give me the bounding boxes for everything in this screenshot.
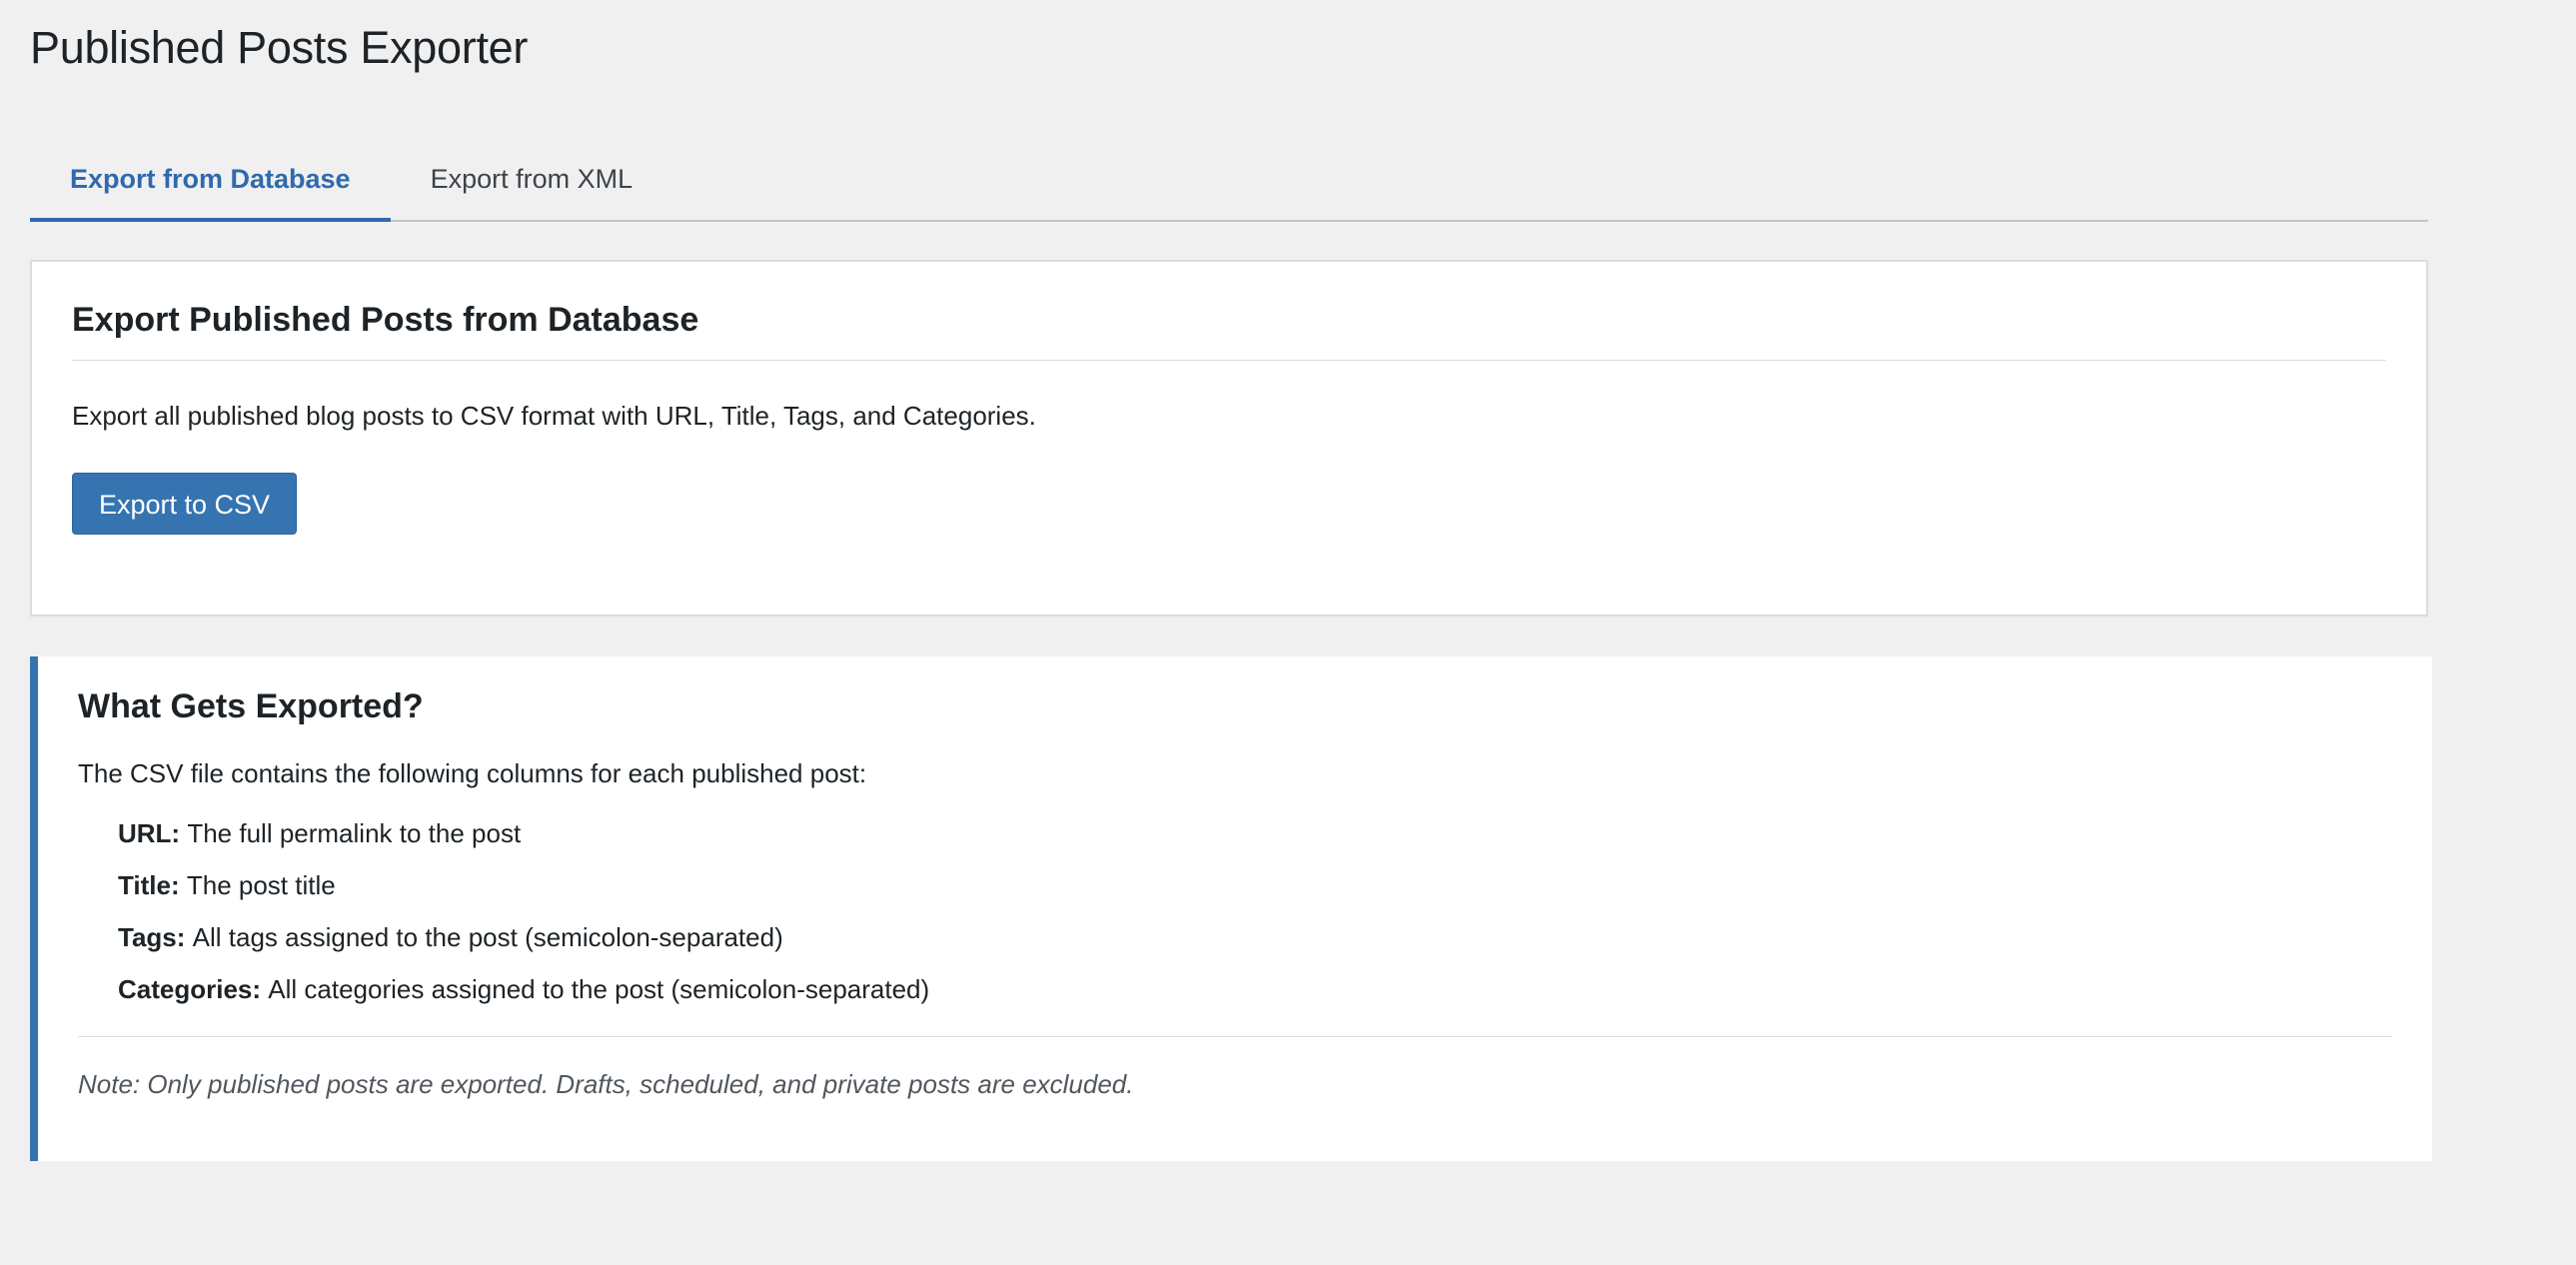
tab-export-from-xml[interactable]: Export from XML: [391, 140, 673, 222]
column-desc: The post title: [186, 870, 336, 900]
page-wrap: Published Posts Exporter Export from Dat…: [0, 0, 2458, 1161]
column-desc: The full permalink to the post: [187, 818, 522, 848]
column-name: Categories:: [118, 974, 269, 1004]
column-name: Tags:: [118, 922, 193, 952]
export-card-heading: Export Published Posts from Database: [72, 300, 2386, 361]
tab-export-from-database[interactable]: Export from Database: [30, 140, 391, 222]
column-name: Title:: [118, 870, 187, 900]
column-desc: All tags assigned to the post (semicolon…: [192, 922, 783, 952]
column-name: URL:: [118, 818, 188, 848]
column-list: URL: The full permalink to the post Titl…: [78, 816, 2392, 1006]
list-item-categories: Categories: All categories assigned to t…: [118, 972, 2392, 1006]
export-card: Export Published Posts from Database Exp…: [30, 260, 2428, 617]
export-to-csv-button[interactable]: Export to CSV: [72, 473, 298, 535]
divider: [78, 1036, 2392, 1037]
list-item-title: Title: The post title: [118, 868, 2392, 902]
export-card-description: Export all published blog posts to CSV f…: [72, 401, 1036, 431]
column-desc: All categories assigned to the post (sem…: [268, 974, 930, 1004]
info-box-heading: What Gets Exported?: [78, 687, 424, 725]
list-item-url: URL: The full permalink to the post: [118, 816, 2392, 850]
info-box-lead: The CSV file contains the following colu…: [78, 758, 867, 788]
tab-bar: Export from Database Export from XML: [30, 140, 2428, 222]
list-item-tags: Tags: All tags assigned to the post (sem…: [118, 920, 2392, 954]
page-title: Published Posts Exporter: [30, 22, 529, 73]
info-box: What Gets Exported? The CSV file contain…: [30, 656, 2432, 1161]
info-note: Note: Only published posts are exported.…: [78, 1069, 1134, 1099]
